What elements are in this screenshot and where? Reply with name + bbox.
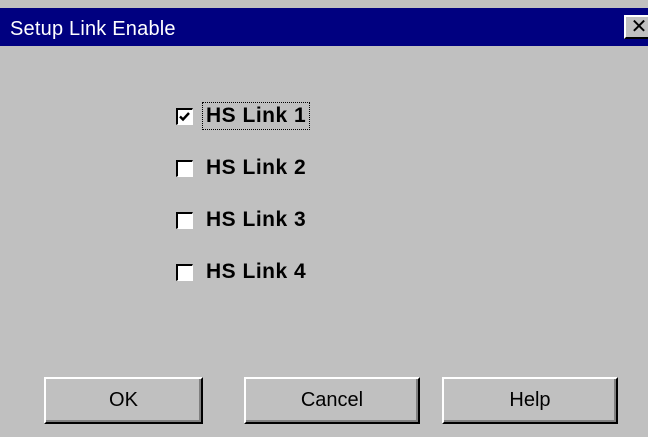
- checkbox-box[interactable]: [176, 107, 193, 125]
- checkbox-hs-link-1[interactable]: HS Link 1: [176, 102, 311, 130]
- title-bar[interactable]: Setup Link Enable ✕: [0, 8, 648, 46]
- checkbox-label[interactable]: HS Link 1: [201, 102, 311, 130]
- checkbox-label[interactable]: HS Link 3: [203, 207, 309, 233]
- checkbox-box[interactable]: [176, 211, 193, 229]
- checkbox-hs-link-2[interactable]: HS Link 2: [176, 154, 309, 182]
- checkbox-hs-link-4[interactable]: HS Link 4: [176, 258, 309, 286]
- checkbox-hs-link-3[interactable]: HS Link 3: [176, 206, 309, 234]
- checkbox-box[interactable]: [176, 263, 193, 281]
- cancel-button[interactable]: Cancel: [244, 377, 420, 424]
- close-button[interactable]: ✕: [624, 15, 648, 39]
- checkbox-box[interactable]: [176, 159, 193, 177]
- window-title: Setup Link Enable: [10, 18, 176, 40]
- checkbox-label[interactable]: HS Link 4: [203, 259, 309, 285]
- checkbox-label[interactable]: HS Link 2: [203, 155, 309, 181]
- ok-button[interactable]: OK: [44, 377, 203, 424]
- help-button[interactable]: Help: [442, 377, 618, 424]
- close-icon: ✕: [630, 15, 648, 38]
- setup-link-enable-dialog: Setup Link Enable ✕ HS Link 1 HS Link 2 …: [0, 0, 648, 437]
- checkmark-icon: [179, 111, 190, 121]
